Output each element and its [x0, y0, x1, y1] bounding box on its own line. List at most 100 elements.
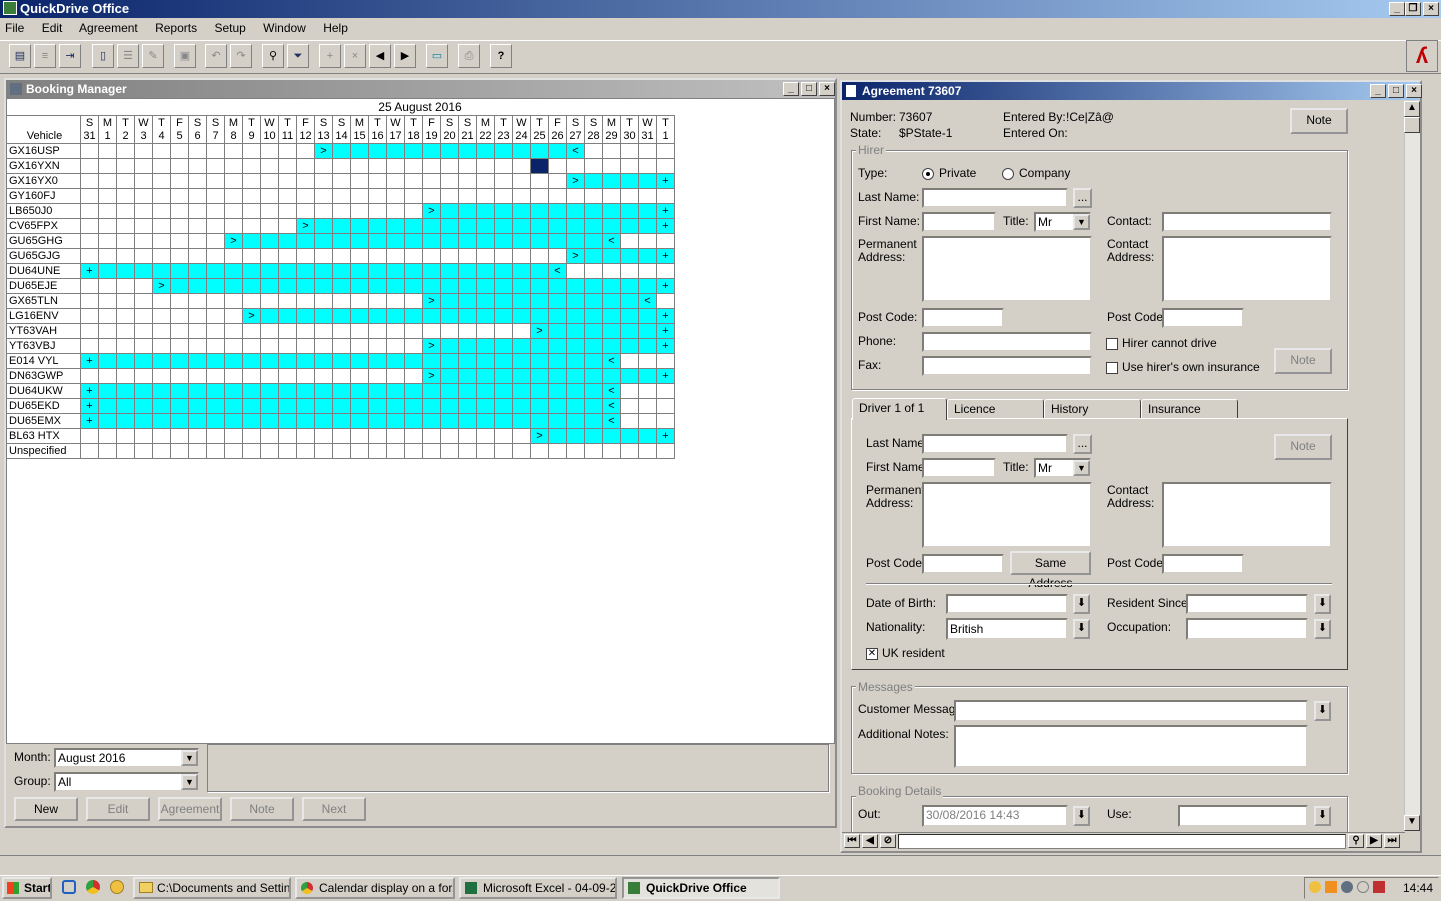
- booking-cell[interactable]: [530, 353, 549, 369]
- booking-cell[interactable]: [206, 263, 225, 279]
- booking-cell[interactable]: [494, 233, 513, 249]
- vehicle-row[interactable]: DU65EMX + <: [6, 413, 675, 429]
- booking-cell[interactable]: >: [314, 143, 333, 159]
- day-cell[interactable]: [134, 293, 153, 309]
- day-cell[interactable]: [206, 428, 225, 444]
- day-cell[interactable]: [224, 443, 243, 459]
- filter-icon[interactable]: ⏷: [287, 44, 309, 68]
- day-cell[interactable]: [152, 218, 171, 234]
- booking-cell[interactable]: [584, 173, 603, 189]
- day-cell[interactable]: [386, 338, 405, 354]
- day-cell[interactable]: [98, 293, 117, 309]
- booking-cell[interactable]: [548, 278, 567, 294]
- day-cell[interactable]: [116, 188, 135, 204]
- quicklaunch-ie-icon[interactable]: [62, 880, 76, 894]
- hirer-cannot-drive-checkbox[interactable]: Hirer cannot drive: [1106, 336, 1217, 350]
- day-cell[interactable]: [494, 323, 513, 339]
- day-cell[interactable]: [206, 293, 225, 309]
- booking-cell[interactable]: [152, 383, 171, 399]
- booking-cell[interactable]: [530, 218, 549, 234]
- tray-volume-icon[interactable]: [1357, 881, 1369, 893]
- booking-cell[interactable]: [494, 203, 513, 219]
- booking-cell[interactable]: [152, 353, 171, 369]
- day-cell[interactable]: [152, 143, 171, 159]
- booking-cell[interactable]: [278, 263, 297, 279]
- day-cell[interactable]: [512, 323, 531, 339]
- booking-cell[interactable]: [458, 338, 477, 354]
- day-cell[interactable]: [260, 158, 279, 174]
- day-cell[interactable]: [278, 173, 297, 189]
- day-cell[interactable]: [620, 158, 639, 174]
- day-cell[interactable]: [188, 173, 207, 189]
- booking-cell[interactable]: [620, 293, 639, 309]
- day-header[interactable]: T2: [116, 115, 135, 144]
- booking-cell[interactable]: [332, 308, 351, 324]
- day-cell[interactable]: [260, 203, 279, 219]
- booking-cell[interactable]: <: [602, 233, 621, 249]
- booking-cell[interactable]: [404, 413, 423, 429]
- day-cell[interactable]: [206, 248, 225, 264]
- vehicle-row[interactable]: CV65FPX > +: [6, 218, 675, 234]
- day-cell[interactable]: [80, 308, 99, 324]
- booking-cell[interactable]: [566, 353, 585, 369]
- dob-input[interactable]: [946, 594, 1068, 614]
- day-cell[interactable]: [530, 248, 549, 264]
- day-cell[interactable]: [134, 173, 153, 189]
- booking-cell[interactable]: [386, 263, 405, 279]
- day-cell[interactable]: [224, 308, 243, 324]
- day-cell[interactable]: [80, 368, 99, 384]
- day-cell[interactable]: [548, 443, 567, 459]
- day-cell[interactable]: [152, 443, 171, 459]
- driver-perm-address-input[interactable]: [922, 482, 1092, 548]
- day-cell[interactable]: [530, 188, 549, 204]
- day-cell[interactable]: [80, 338, 99, 354]
- booking-cell[interactable]: [260, 308, 279, 324]
- day-cell[interactable]: [80, 443, 99, 459]
- day-cell[interactable]: [242, 203, 261, 219]
- taskbar-explorer[interactable]: C:\Documents and Settin...: [133, 877, 291, 899]
- day-cell[interactable]: [584, 443, 603, 459]
- menu-agreement[interactable]: Agreement: [79, 21, 138, 35]
- company-radio[interactable]: Company: [1002, 166, 1070, 180]
- booking-cell[interactable]: [386, 398, 405, 414]
- booking-cell[interactable]: [476, 338, 495, 354]
- booking-cell[interactable]: [512, 203, 531, 219]
- booking-cell[interactable]: [494, 308, 513, 324]
- screen-icon[interactable]: ▭: [426, 44, 448, 68]
- booking-cell[interactable]: [584, 383, 603, 399]
- day-header[interactable]: S7: [206, 115, 225, 144]
- last-record-icon[interactable]: ⏭: [1384, 834, 1400, 848]
- booking-cell[interactable]: [494, 353, 513, 369]
- vehicle-name[interactable]: DU64UNE: [6, 263, 81, 279]
- agreement-minimize-button[interactable]: _: [1370, 84, 1386, 98]
- day-cell[interactable]: [440, 188, 459, 204]
- day-cell[interactable]: [350, 188, 369, 204]
- booking-cell[interactable]: [620, 173, 639, 189]
- day-cell[interactable]: [170, 428, 189, 444]
- day-cell[interactable]: [134, 368, 153, 384]
- booking-cell[interactable]: [242, 398, 261, 414]
- day-cell[interactable]: [314, 443, 333, 459]
- booking-cell[interactable]: [368, 308, 387, 324]
- booking-cell[interactable]: [134, 398, 153, 414]
- booking-cell[interactable]: [404, 263, 423, 279]
- day-header[interactable]: S 13: [314, 115, 333, 144]
- help-icon[interactable]: ?: [490, 44, 512, 68]
- day-cell[interactable]: [260, 323, 279, 339]
- booking-cell[interactable]: [152, 413, 171, 429]
- booking-cell[interactable]: +: [80, 263, 99, 279]
- booking-cell[interactable]: [530, 398, 549, 414]
- booking-cell[interactable]: [350, 383, 369, 399]
- day-cell[interactable]: [224, 248, 243, 264]
- booking-cell[interactable]: [602, 368, 621, 384]
- booking-cell[interactable]: [314, 263, 333, 279]
- booking-cell[interactable]: [332, 263, 351, 279]
- booking-cell[interactable]: [188, 383, 207, 399]
- day-cell[interactable]: [242, 338, 261, 354]
- day-cell[interactable]: [80, 428, 99, 444]
- customer-message-input[interactable]: [954, 700, 1308, 722]
- booking-cell[interactable]: [314, 383, 333, 399]
- day-cell[interactable]: [512, 443, 531, 459]
- quicklaunch-messenger-icon[interactable]: [110, 880, 124, 894]
- day-cell[interactable]: [404, 188, 423, 204]
